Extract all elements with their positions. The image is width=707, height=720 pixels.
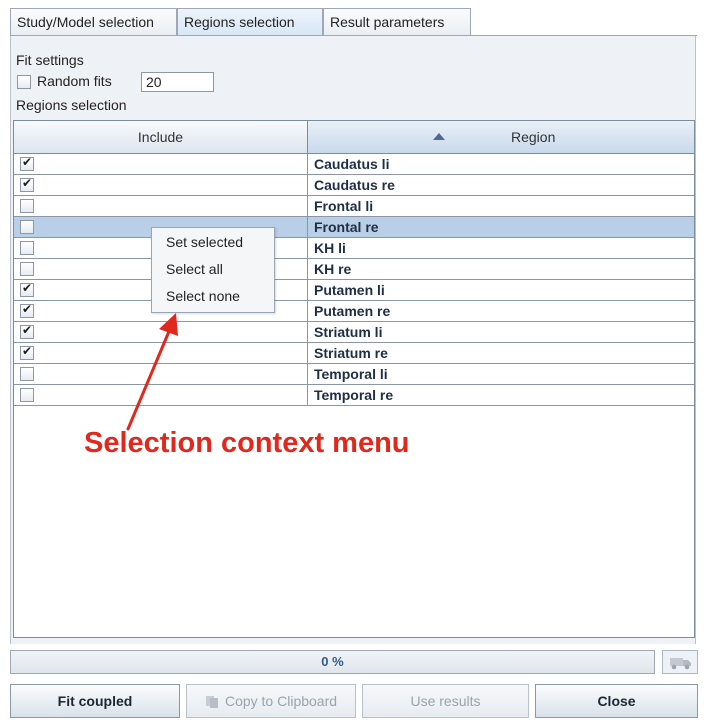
- context-menu: Set selected Select all Select none: [151, 227, 275, 313]
- fit-settings-title: Fit settings: [16, 52, 84, 68]
- menu-item-set-selected[interactable]: Set selected: [152, 230, 274, 254]
- table-row[interactable]: ✔ Caudatus re: [14, 175, 694, 196]
- include-checkbox[interactable]: [20, 199, 34, 213]
- include-cell: ✔: [14, 175, 308, 195]
- include-checkbox[interactable]: [20, 220, 34, 234]
- progress-text: 0 %: [321, 654, 344, 669]
- include-checkbox[interactable]: [20, 241, 34, 255]
- progress-bar: 0 %: [10, 650, 655, 674]
- annotation-label: Selection context menu: [84, 427, 410, 459]
- region-cell: Putamen li: [314, 282, 385, 298]
- region-cell: Caudatus re: [314, 177, 395, 193]
- truck-button[interactable]: [662, 650, 698, 674]
- include-checkbox[interactable]: ✔: [20, 344, 34, 360]
- include-checkbox[interactable]: ✔: [20, 302, 34, 318]
- close-button[interactable]: Close: [535, 684, 698, 718]
- menu-item-select-all[interactable]: Select all: [152, 257, 274, 281]
- checkmark-icon: ✔: [22, 302, 33, 316]
- include-checkbox[interactable]: [20, 367, 34, 381]
- checkmark-icon: ✔: [22, 281, 33, 295]
- clipboard-icon: [205, 696, 218, 708]
- table-row[interactable]: KH li: [14, 238, 694, 259]
- copy-to-clipboard-button[interactable]: Copy to Clipboard: [186, 684, 356, 718]
- include-checkbox[interactable]: [20, 388, 34, 402]
- checkmark-icon: ✔: [22, 155, 33, 169]
- tab-regions-selection[interactable]: Regions selection: [177, 8, 323, 36]
- region-cell: Putamen re: [314, 303, 391, 319]
- include-cell: [14, 196, 308, 216]
- annotation-arrow: [126, 313, 178, 431]
- tab-study-model-selection[interactable]: Study/Model selection: [10, 8, 177, 36]
- random-fits-label: Random fits: [37, 73, 112, 89]
- regions-selection-label: Regions selection: [16, 97, 127, 113]
- table-row[interactable]: KH re: [14, 259, 694, 280]
- column-header-include[interactable]: Include: [14, 121, 308, 153]
- tab-result-parameters[interactable]: Result parameters: [323, 8, 471, 36]
- include-cell: ✔: [14, 154, 308, 174]
- include-checkbox[interactable]: ✔: [20, 323, 34, 339]
- region-cell: KH li: [314, 240, 346, 256]
- checkmark-icon: ✔: [22, 176, 33, 190]
- region-cell: Temporal li: [314, 366, 388, 382]
- region-cell: Striatum re: [314, 345, 388, 361]
- random-fits-count-input[interactable]: 20: [141, 72, 214, 92]
- include-checkbox[interactable]: ✔: [20, 281, 34, 297]
- random-fits-checkbox[interactable]: [17, 75, 31, 89]
- include-checkbox[interactable]: ✔: [20, 176, 34, 192]
- table-row[interactable]: ✔ Putamen li: [14, 280, 694, 301]
- truck-icon: [670, 658, 691, 670]
- region-cell: Temporal re: [314, 387, 394, 403]
- table-row[interactable]: Frontal li: [14, 196, 694, 217]
- table-header: Include Region: [14, 121, 694, 154]
- checkmark-icon: ✔: [22, 344, 33, 358]
- region-cell: Frontal re: [314, 219, 379, 235]
- region-header-label: Region: [511, 129, 556, 145]
- include-checkbox[interactable]: [20, 262, 34, 276]
- table-row[interactable]: ✔ Caudatus li: [14, 154, 694, 175]
- include-checkbox[interactable]: ✔: [20, 155, 34, 171]
- table-row[interactable]: Frontal re: [14, 217, 694, 238]
- checkmark-icon: ✔: [22, 323, 33, 337]
- region-cell: Frontal li: [314, 198, 374, 214]
- copy-to-clipboard-label: Copy to Clipboard: [224, 693, 338, 709]
- sort-ascending-icon: [433, 133, 445, 140]
- region-cell: Striatum li: [314, 324, 383, 340]
- region-cell: KH re: [314, 261, 352, 277]
- region-cell: Caudatus li: [314, 156, 390, 172]
- fit-coupled-button[interactable]: Fit coupled: [10, 684, 180, 718]
- column-header-region[interactable]: Region: [308, 121, 694, 153]
- use-results-button[interactable]: Use results: [362, 684, 529, 718]
